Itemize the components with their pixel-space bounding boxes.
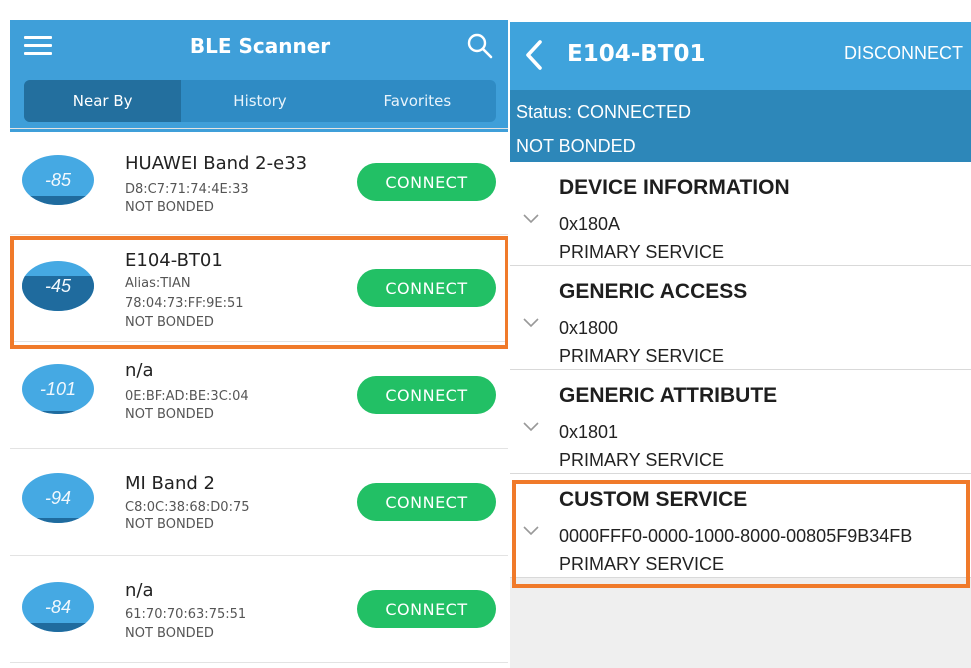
chevron-down-icon: [523, 214, 539, 224]
connect-button[interactable]: CONNECT: [357, 376, 496, 414]
connect-button[interactable]: CONNECT: [357, 483, 496, 521]
device-title: E104-BT01: [567, 41, 706, 67]
service-uuid: 0x1801: [559, 422, 619, 442]
app-bar: E104-BT01 DISCONNECT: [510, 22, 971, 90]
rssi-badge: -84: [22, 582, 94, 632]
device-mac: 0E:BF:AD:BE:3C:04: [125, 389, 249, 404]
chevron-down-icon: [523, 318, 539, 328]
rssi-badge: -101: [22, 364, 94, 414]
chevron-down-icon: [523, 526, 539, 536]
status-bar: Status: CONNECTED NOT BONDED: [510, 90, 971, 162]
connect-button[interactable]: CONNECT: [357, 163, 496, 201]
service-uuid: 0000FFF0-0000-1000-8000-00805F9B34FB: [559, 526, 913, 546]
rssi-badge: -45: [22, 261, 94, 311]
tab-bar: Near By History Favorites: [24, 80, 496, 122]
chevron-down-icon: [523, 422, 539, 432]
rssi-value: -85: [44, 169, 71, 190]
device-name: n/a: [125, 360, 154, 381]
service-type: PRIMARY SERVICE: [559, 554, 725, 574]
device-name: HUAWEI Band 2-e33: [125, 153, 308, 174]
app-title: BLE Scanner: [189, 34, 331, 58]
rssi-badge: -85: [22, 155, 94, 205]
connection-status: Status: CONNECTED: [516, 102, 692, 122]
device-mac: C8:0C:38:68:D0:75: [125, 500, 250, 515]
rssi-value: -45: [44, 275, 71, 296]
service-type: PRIMARY SERVICE: [559, 242, 725, 262]
bond-status: NOT BONDED: [516, 136, 636, 156]
tab-history[interactable]: History: [181, 80, 338, 122]
device-bond-status: NOT BONDED: [125, 626, 214, 641]
service-type: PRIMARY SERVICE: [559, 450, 725, 470]
connect-button[interactable]: CONNECT: [357, 269, 496, 307]
service-item[interactable]: CUSTOM SERVICE 0000FFF0-0000-1000-8000-0…: [510, 474, 971, 578]
device-bond-status: NOT BONDED: [125, 517, 214, 532]
device-mac: D8:C7:71:74:4E:33: [125, 182, 249, 197]
tab-favorites[interactable]: Favorites: [339, 80, 496, 122]
device-name: MI Band 2: [125, 473, 215, 494]
device-alias: Alias:TIAN: [125, 276, 191, 291]
search-icon[interactable]: [466, 32, 494, 60]
service-uuid: 0x180A: [559, 214, 621, 234]
service-title: GENERIC ACCESS: [559, 280, 748, 303]
device-name: E104-BT01: [125, 250, 223, 271]
rssi-value: -84: [44, 596, 71, 617]
rssi-badge: -94: [22, 473, 94, 523]
service-list: DEVICE INFORMATION 0x180A PRIMARY SERVIC…: [510, 162, 971, 578]
tab-near-by[interactable]: Near By: [24, 80, 182, 122]
service-item[interactable]: DEVICE INFORMATION 0x180A PRIMARY SERVIC…: [510, 162, 971, 266]
empty-area: [510, 578, 971, 668]
service-item[interactable]: GENERIC ATTRIBUTE 0x1801 PRIMARY SERVICE: [510, 370, 971, 474]
device-row[interactable]: -101 n/a 0E:BF:AD:BE:3C:04 NOT BONDED CO…: [10, 342, 510, 449]
service-title: CUSTOM SERVICE: [559, 488, 748, 511]
service-type: PRIMARY SERVICE: [559, 346, 725, 366]
device-bond-status: NOT BONDED: [125, 407, 214, 422]
device-name: n/a: [125, 580, 154, 601]
app-bar: BLE Scanner Near By History Favorites: [10, 20, 510, 132]
device-mac: 78:04:73:FF:9E:51: [125, 296, 244, 311]
device-mac: 61:70:70:63:75:51: [125, 607, 247, 622]
service-uuid: 0x1800: [559, 318, 619, 338]
rssi-value: -94: [44, 487, 71, 508]
connect-button[interactable]: CONNECT: [357, 590, 496, 628]
device-row[interactable]: -45 E104-BT01 Alias:TIAN 78:04:73:FF:9E:…: [10, 235, 510, 342]
ble-scanner-panel: BLE Scanner Near By History Favorites -8…: [10, 10, 510, 668]
device-row[interactable]: -84 n/a 61:70:70:63:75:51 NOT BONDED CON…: [10, 556, 510, 663]
device-detail-panel: E104-BT01 DISCONNECT Status: CONNECTED N…: [510, 22, 971, 668]
device-bond-status: NOT BONDED: [125, 200, 214, 215]
service-item[interactable]: GENERIC ACCESS 0x1800 PRIMARY SERVICE: [510, 266, 971, 370]
disconnect-button[interactable]: DISCONNECT: [844, 43, 963, 64]
service-title: DEVICE INFORMATION: [559, 176, 790, 199]
back-arrow-icon[interactable]: [522, 38, 546, 72]
device-bond-status: NOT BONDED: [125, 315, 214, 330]
device-list: -85 HUAWEI Band 2-e33 D8:C7:71:74:4E:33 …: [10, 128, 510, 663]
device-row[interactable]: -85 HUAWEI Band 2-e33 D8:C7:71:74:4E:33 …: [10, 128, 510, 235]
rssi-value: -101: [39, 378, 77, 399]
device-row[interactable]: -94 MI Band 2 C8:0C:38:68:D0:75 NOT BOND…: [10, 449, 510, 556]
service-title: GENERIC ATTRIBUTE: [559, 384, 778, 407]
